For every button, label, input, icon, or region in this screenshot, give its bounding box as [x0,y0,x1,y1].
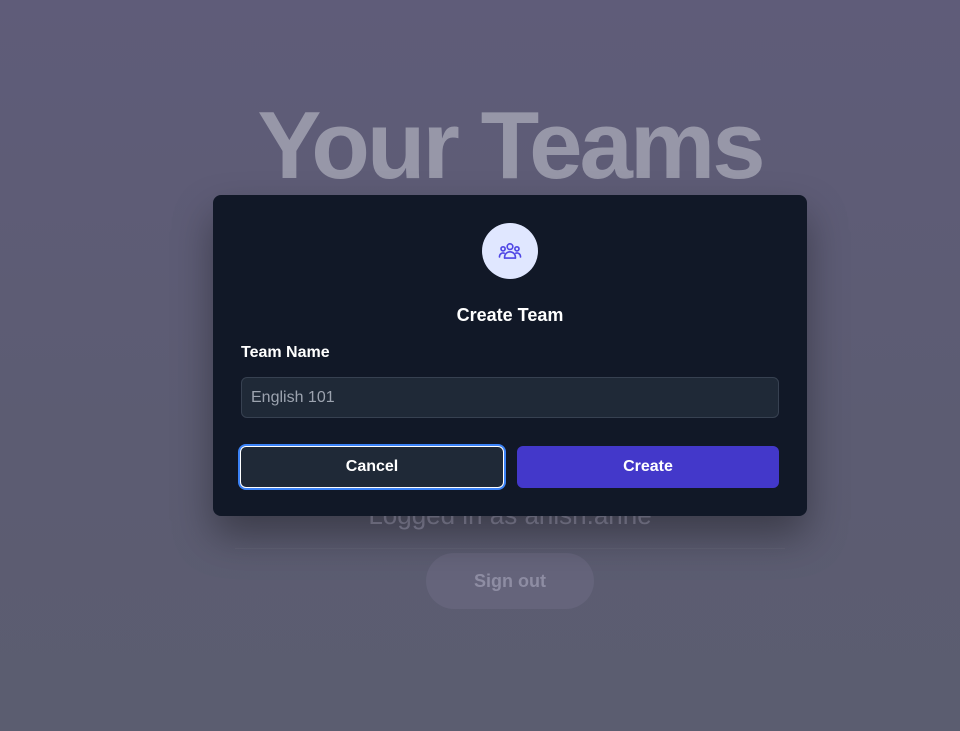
team-name-label: Team Name [241,344,330,361]
team-name-input[interactable] [241,377,779,418]
dialog-title: Create Team [456,305,564,325]
cancel-button[interactable]: Cancel [240,446,504,488]
divider [235,548,785,549]
page-backdrop: Your Teams Logged in as anish.anne Sign … [0,0,960,731]
create-team-dialog: Create Team Team Name Cancel Create [213,195,807,516]
user-group-icon [482,223,538,279]
create-button[interactable]: Create [517,446,779,488]
sign-out-button[interactable]: Sign out [426,553,594,609]
page-title: Your Teams [257,92,765,199]
